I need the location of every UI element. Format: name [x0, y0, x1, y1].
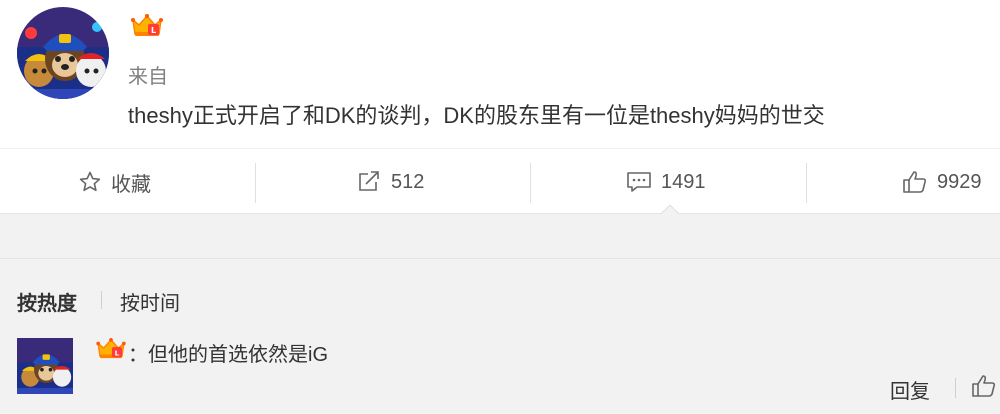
- sort-by-hot-tab[interactable]: 按热度: [17, 287, 77, 316]
- repost-count: 512: [391, 170, 425, 193]
- comment-action-divider: [955, 378, 956, 398]
- svg-text:L: L: [151, 26, 156, 35]
- action-divider: [255, 163, 256, 203]
- vip-crown-icon: L: [131, 14, 163, 43]
- like-count: 9929: [937, 170, 982, 193]
- favorite-label: 收藏: [111, 173, 151, 196]
- weibo-post: L 来自 theshy正式开启了和DK的谈判，DK的股东里有一位是theshy妈…: [0, 0, 1000, 148]
- favorite-button[interactable]: 收藏: [78, 149, 151, 215]
- comments-section: 按热度 按时间 L ：但他的首选依然是iG 回复: [0, 214, 1000, 414]
- vip-crown-icon: L: [96, 338, 126, 365]
- post-source: 来自: [128, 66, 168, 88]
- comment-icon: [627, 172, 651, 192]
- sort-by-time-tab[interactable]: 按时间: [120, 287, 180, 316]
- action-divider: [530, 163, 531, 203]
- comment-like-button[interactable]: [971, 374, 997, 403]
- comment-count: 1491: [661, 170, 706, 193]
- like-button[interactable]: 9929: [902, 149, 982, 215]
- comment-avatar[interactable]: [17, 338, 73, 394]
- comment-text: ：但他的首选依然是iG: [128, 344, 328, 366]
- post-text: theshy正式开启了和DK的谈判，DK的股东里有一位是theshy妈妈的世交: [128, 103, 825, 128]
- thumbs-up-icon: [903, 171, 927, 193]
- paw-patrol-avatar-icon: [17, 7, 109, 99]
- svg-text:L: L: [115, 348, 120, 357]
- reply-button[interactable]: 回复: [890, 375, 930, 404]
- repost-button[interactable]: 512: [356, 149, 424, 215]
- thumbs-up-icon: [972, 375, 996, 397]
- sort-divider: [101, 291, 102, 309]
- user-avatar[interactable]: [17, 7, 109, 99]
- action-divider: [806, 163, 807, 203]
- repost-icon: [359, 171, 379, 191]
- paw-patrol-avatar-icon: [17, 338, 73, 394]
- action-bar: 收藏 512 1491 9929: [0, 148, 1000, 214]
- comments-divider: [0, 258, 1000, 259]
- star-icon: [79, 171, 101, 192]
